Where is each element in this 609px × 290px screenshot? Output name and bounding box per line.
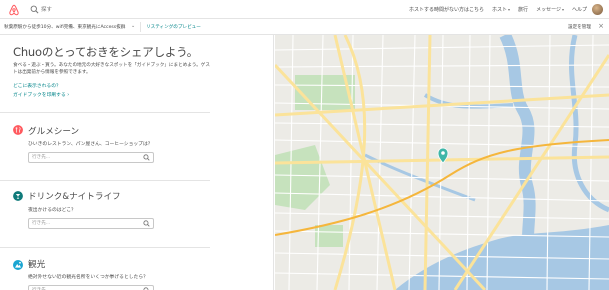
- nav-help[interactable]: ヘルプ: [572, 6, 587, 13]
- sightseeing-icon: [13, 260, 23, 270]
- chevron-down-icon: ▾: [508, 7, 511, 12]
- intro-text: 食べる・遊ぶ・買う。あなたの地元の大好きなスポットを「ガイドブック」にまとめよう…: [13, 63, 210, 75]
- section-title-drinks: ドリンク&ナイトライフ: [28, 192, 121, 202]
- preview-listing-link[interactable]: リスティングのプレビュー: [146, 24, 201, 30]
- restaurant-icon: [13, 125, 23, 135]
- park-area: [315, 225, 343, 247]
- section-subtitle-drinks: 夜出かけるのはどこ？: [28, 208, 76, 213]
- section-title-food: グルメシーン: [28, 127, 80, 137]
- divider: [0, 247, 210, 248]
- nav-host-tips[interactable]: ホストする時間がない方はこちら: [409, 6, 484, 13]
- print-guidebook-link[interactable]: ガイドブックを印刷する ›: [13, 91, 69, 98]
- nav-host-label: ホスト: [492, 7, 508, 13]
- manage-settings-link[interactable]: 設定を管理: [568, 24, 591, 30]
- main-nav: ホストする時間がない方はこちら ホスト▾ 旅行 メッセージ▾ ヘルプ: [409, 6, 587, 13]
- map-canvas[interactable]: [275, 35, 609, 290]
- top-bar: ホストする時間がない方はこちら ホスト▾ 旅行 メッセージ▾ ヘルプ: [0, 0, 609, 19]
- close-icon[interactable]: ×: [598, 22, 604, 30]
- divider: [0, 180, 210, 181]
- search-icon: [30, 5, 39, 14]
- nav-trips[interactable]: 旅行: [518, 6, 528, 13]
- search-input[interactable]: [41, 4, 241, 15]
- nav-host[interactable]: ホスト▾: [492, 6, 510, 13]
- cocktail-icon: [13, 191, 23, 201]
- search-icon: [143, 154, 150, 161]
- section-title-sights: 観光: [28, 260, 46, 270]
- sights-place-input[interactable]: [28, 285, 154, 290]
- section-subtitle-food: ひいきのレストラン、パン屋さん、コーヒーショップは？: [28, 142, 153, 147]
- search-icon: [143, 220, 150, 227]
- divider: [140, 22, 141, 32]
- drinks-place-input[interactable]: [28, 218, 154, 229]
- where-shown-link[interactable]: どこに表示されるの？: [13, 82, 61, 89]
- divider: [0, 112, 210, 113]
- page-title: Chuoのとっておきをシェアしよう。: [13, 45, 199, 59]
- avatar[interactable]: [592, 4, 603, 15]
- chevron-down-icon[interactable]: ⌄: [131, 23, 135, 29]
- section-subtitle-sights: 絶対外せない近の観光名所をいくつか挙げるとしたら？: [28, 275, 148, 280]
- nav-messages[interactable]: メッセージ▾: [536, 6, 564, 13]
- guidebook-panel: Chuoのとっておきをシェアしよう。 食べる・遊ぶ・買う。あなたの地元の大好きな…: [0, 35, 274, 290]
- chevron-down-icon: ▾: [561, 7, 564, 12]
- map[interactable]: [275, 35, 609, 290]
- nav-messages-label: メッセージ: [536, 7, 561, 13]
- listing-bar: 秋葉原駅から徒歩10分、wifi完備、東京観光にAccess抜群 ⌄ リスティン…: [0, 19, 609, 35]
- food-place-input[interactable]: [28, 152, 154, 163]
- listing-selector[interactable]: 秋葉原駅から徒歩10分、wifi完備、東京観光にAccess抜群: [4, 24, 125, 30]
- airbnb-logo-icon[interactable]: [8, 4, 20, 16]
